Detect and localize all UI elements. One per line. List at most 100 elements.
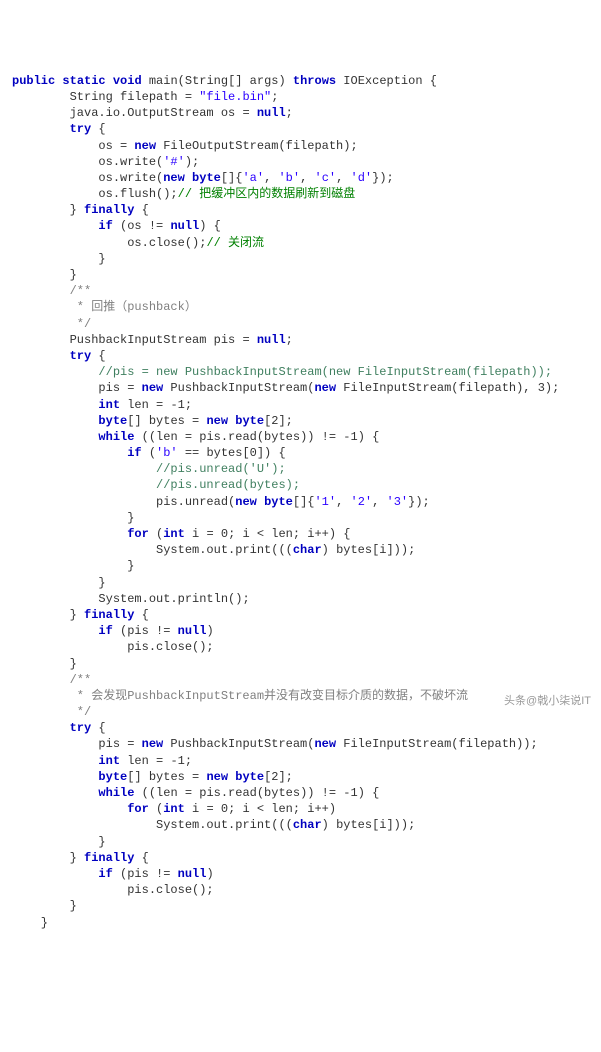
text: ]; [278,770,292,784]
text: { [134,203,148,217]
char-literal: '#' [163,155,185,169]
number: 2 [271,770,278,784]
text: } [12,268,77,282]
keyword-public: public [12,74,55,88]
text: } [12,511,134,525]
text [12,770,98,784]
keyword-int: int [163,802,185,816]
text: ( [142,446,156,460]
keyword-if: if [98,867,112,881]
text: ; [271,90,278,104]
number: 1 [178,754,185,768]
text: ); [545,381,559,395]
text: len = - [120,754,178,768]
keyword-new: new [142,381,164,395]
text: { [91,122,105,136]
text: ); [185,155,199,169]
text [12,867,98,881]
text: ) { [199,219,221,233]
text: ; [286,106,293,120]
text: { [134,608,148,622]
text: , [300,171,314,185]
number: 1 [350,786,357,800]
text: ; [185,398,192,412]
number: 1 [178,398,185,412]
char-literal: 'a' [242,171,264,185]
text [12,349,70,363]
text: ; [185,754,192,768]
char-literal: 'b' [278,171,300,185]
text: ]; [278,414,292,428]
char-literal: 'b' [156,446,178,460]
comment: //pis.unread(bytes); [12,478,300,492]
text: } [12,576,106,590]
text [12,219,98,233]
watermark: 头条@戟小柒说IT [504,694,591,709]
string-literal: "file.bin" [199,90,271,104]
keyword-int: int [98,754,120,768]
text: pis.unread( [12,495,235,509]
keyword-char: char [293,818,322,832]
keyword-new: new [163,171,185,185]
text: os.flush(); [12,187,178,201]
keyword-int: int [98,398,120,412]
keyword-new: new [235,495,257,509]
number: 0 [221,802,228,816]
text: pis = [12,381,142,395]
text: ; i < len; i++) [228,802,336,816]
text [12,414,98,428]
keyword-new: new [314,381,336,395]
keyword-char: char [293,543,322,557]
keyword-while: while [98,786,134,800]
text: ) { [358,430,380,444]
text: { [91,721,105,735]
keyword-null: null [257,333,286,347]
keyword-for: for [127,802,149,816]
method-signature: main(String[] args) [142,74,293,88]
text: } [12,899,77,913]
keyword-int: int [163,527,185,541]
text: os = [12,139,134,153]
text: String filepath = [12,90,199,104]
text: java.io.OutputStream os = [12,106,257,120]
text: IOException { [336,74,437,88]
text: []{ [293,495,315,509]
char-literal: 'c' [315,171,337,185]
text [12,527,127,541]
text: (pis != [113,867,178,881]
text: i = [185,802,221,816]
text [12,754,98,768]
text: PushbackInputStream( [163,737,314,751]
keyword-byte: byte [264,495,293,509]
javadoc: /** [12,673,91,687]
char-literal: '3' [387,495,409,509]
text: System.out.print((( [12,543,293,557]
text: } [12,851,84,865]
text: System.out.println(); [12,592,250,606]
text: ) [206,867,213,881]
keyword-finally: finally [84,851,134,865]
comment: //pis = new PushbackInputStream(new File… [12,365,552,379]
text: FileOutputStream(filepath); [156,139,358,153]
text: PushbackInputStream( [163,381,314,395]
text: ) { [358,786,380,800]
text [12,721,70,735]
text [12,624,98,638]
text: []{ [221,171,243,185]
keyword-if: if [98,624,112,638]
number: 0 [221,527,228,541]
text: ( [149,527,163,541]
text: , [336,171,350,185]
text: PushbackInputStream pis = [12,333,257,347]
keyword-finally: finally [84,203,134,217]
keyword-try: try [70,721,92,735]
text: ((len = pis.read(bytes)) != - [134,786,350,800]
keyword-null: null [257,106,286,120]
keyword-new: new [206,414,228,428]
text [12,122,70,136]
comment: // 关闭流 [206,236,264,250]
text: (pis != [113,624,178,638]
keyword-if: if [98,219,112,233]
text: { [91,349,105,363]
text: i = [185,527,221,541]
